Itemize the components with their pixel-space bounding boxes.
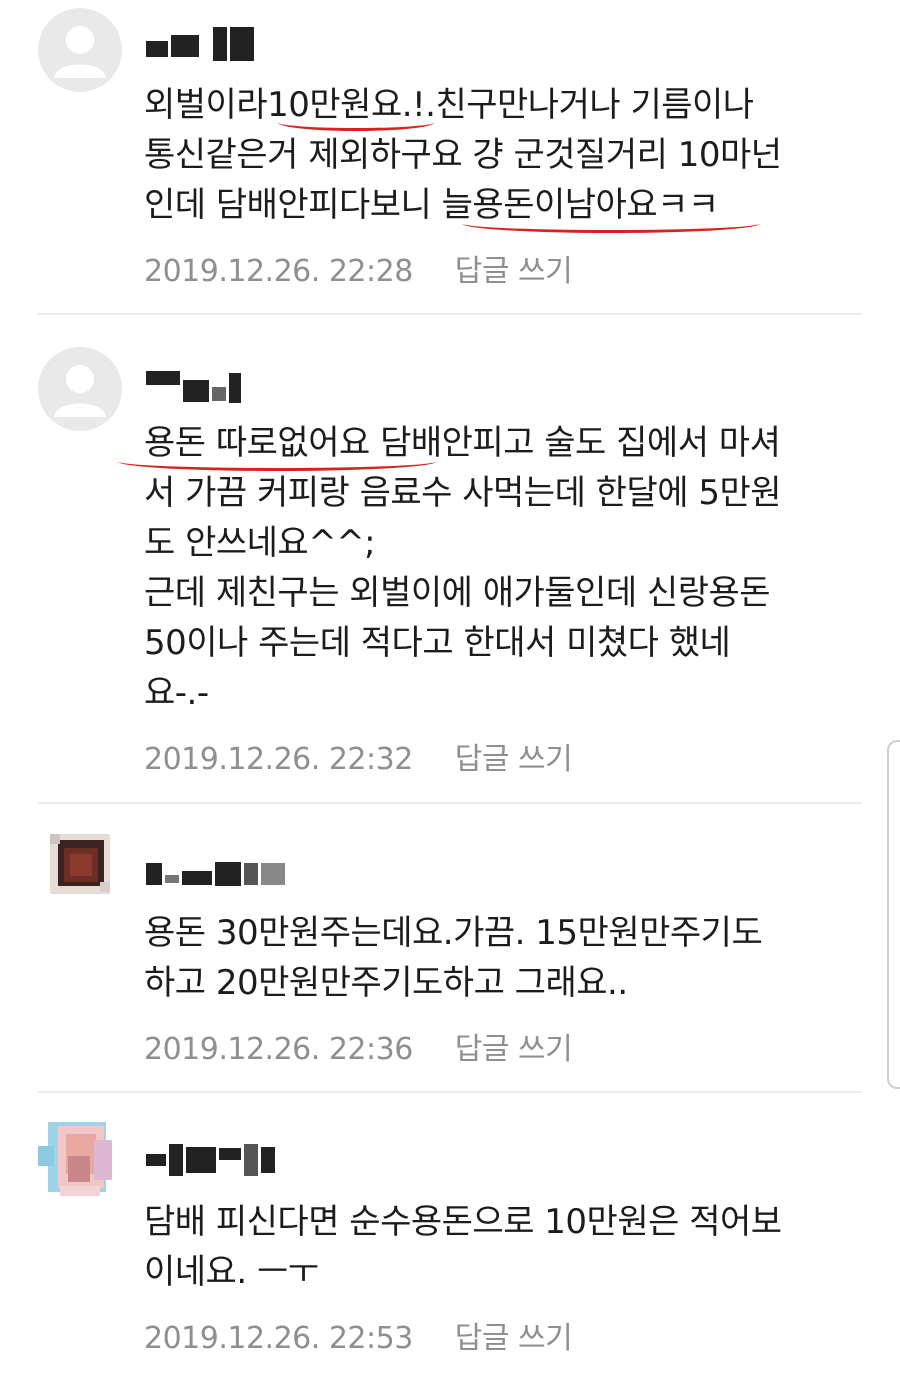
comment-text: 담배 피신다면 순수용돈으로 10만원은 적어보 이네요. ㅡㅜ [144, 1202, 782, 1292]
red-underline-mark [118, 452, 436, 471]
divider [38, 313, 862, 315]
comment-text: 외벌이라10만원요.!.친구만나거나 기름이나 통신같은거 제외하구요 걍 군것… [144, 85, 782, 225]
comment-meta: 2019.12.26. 22:32 답글 쓰기 [144, 734, 573, 778]
comment-date: 2019.12.26. 22:36 [144, 1032, 413, 1067]
comment-date: 2019.12.26. 22:28 [144, 254, 413, 289]
red-underline-mark [278, 114, 434, 131]
divider [38, 802, 862, 804]
reply-button[interactable]: 답글 쓰기 [455, 742, 573, 777]
user-avatar-icon[interactable] [38, 820, 122, 904]
comment-meta: 2019.12.26. 22:53 답글 쓰기 [144, 1313, 573, 1357]
comment-date: 2019.12.26. 22:53 [144, 1321, 413, 1356]
nickname-redacted[interactable] [146, 1142, 275, 1178]
user-avatar-icon[interactable] [38, 1116, 122, 1200]
comment-date: 2019.12.26. 22:32 [144, 742, 413, 777]
divider [38, 1091, 862, 1093]
default-avatar-icon[interactable] [38, 347, 122, 431]
default-avatar-icon[interactable] [38, 8, 122, 92]
reply-button[interactable]: 답글 쓰기 [455, 1321, 573, 1356]
reply-button[interactable]: 답글 쓰기 [455, 254, 573, 289]
reply-button[interactable]: 답글 쓰기 [455, 1032, 573, 1067]
red-underline-mark [462, 214, 760, 233]
nickname-redacted[interactable] [146, 368, 241, 404]
comment-meta: 2019.12.26. 22:36 답글 쓰기 [144, 1024, 573, 1068]
scrollbar[interactable] [887, 740, 900, 1089]
comment-text: 용돈 30만원주는데요.가끔. 15만원만주기도 하고 20만원만주기도하고 그… [144, 913, 763, 1003]
nickname-redacted[interactable] [146, 856, 285, 892]
comment-meta: 2019.12.26. 22:28 답글 쓰기 [144, 246, 573, 290]
nickname-redacted[interactable] [146, 26, 254, 62]
